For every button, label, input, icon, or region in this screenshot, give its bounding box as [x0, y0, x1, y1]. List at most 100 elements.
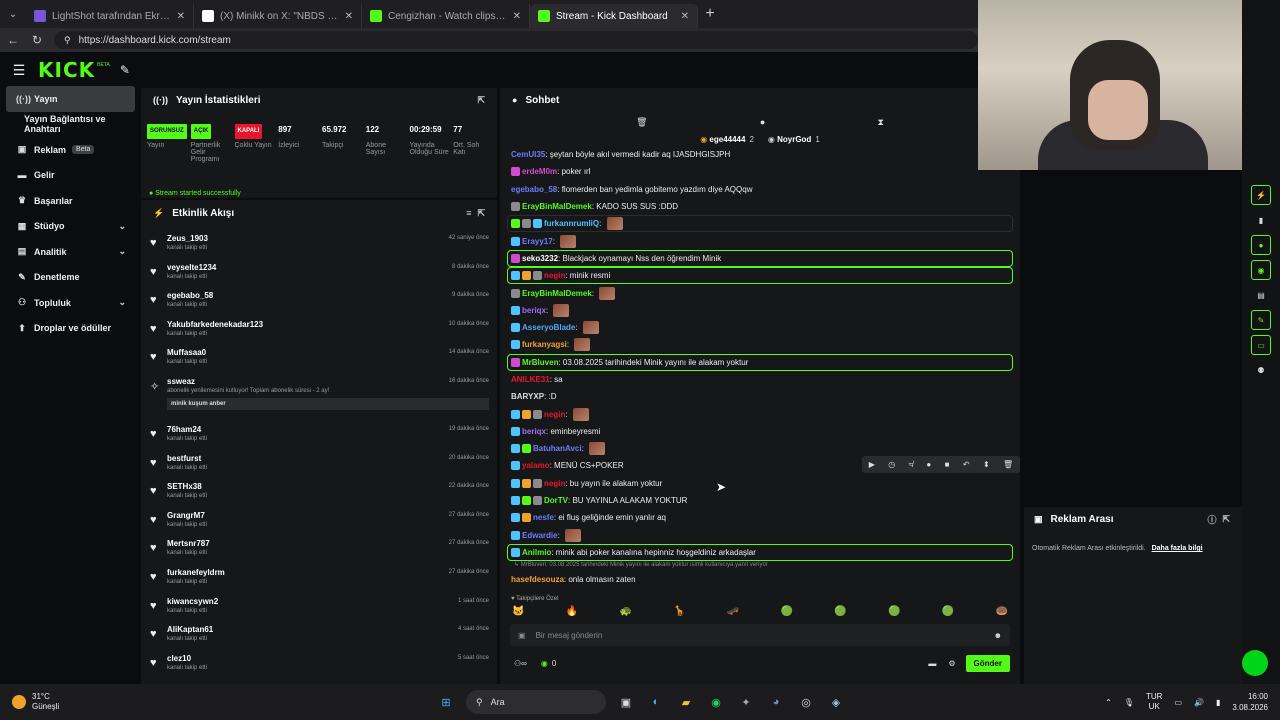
sidebar-item[interactable]: ⬆ Droplar ve ödüller: [0, 316, 140, 342]
chat-message[interactable]: beriqx: eminbeyresmi: [500, 423, 1020, 440]
send-button[interactable]: Gönder: [965, 654, 1010, 672]
volume-icon[interactable]: 🔊: [1194, 698, 1204, 707]
chat-input[interactable]: ▣ Bir mesaj gönderin ☻: [510, 624, 1010, 647]
taskview-icon[interactable]: ▣: [616, 692, 636, 712]
close-tab-icon[interactable]: ✕: [177, 11, 185, 22]
sidebar-item[interactable]: ▤ Analitik ⌄: [0, 239, 140, 265]
activity-row[interactable]: ♥ furkanefeyldrm kanalı takip etti 27 dakik…: [141, 562, 497, 591]
emote-icon[interactable]: 🛹: [727, 606, 739, 620]
chat-message[interactable]: BARYXP: :D: [500, 388, 1020, 405]
chat-username[interactable]: beriqx: [522, 306, 546, 315]
chat-username[interactable]: CemUl35: [511, 150, 545, 159]
popout-icon[interactable]: ⇱: [477, 95, 485, 106]
chat-message[interactable]: furkanyagsi:: [500, 336, 1020, 353]
top-gifter[interactable]: ◉ ege44444 2: [700, 135, 754, 144]
trash-icon[interactable]: 🗑: [636, 117, 647, 128]
back-icon[interactable]: ←: [6, 33, 20, 47]
mic-icon[interactable]: 🎙: [1124, 698, 1134, 707]
users-icon[interactable]: ⚉: [1251, 360, 1271, 380]
activity-row[interactable]: ♥ Mertsnr787 kanalı takip etti 27 dakika ön…: [141, 533, 497, 562]
spotify-icon[interactable]: ◉: [706, 692, 726, 712]
chat-username[interactable]: BatuhanAvci: [533, 444, 582, 453]
activity-row[interactable]: ✧ ssweaz abonelik yenilemesini kutluyor! T…: [141, 371, 497, 419]
chat-message[interactable]: egebabo_58: flomerden ban yedimla gobite…: [500, 181, 1020, 198]
settings-icon[interactable]: ⚙: [948, 659, 955, 668]
wrench-icon[interactable]: ✎: [1251, 310, 1271, 330]
kick-logo[interactable]: KICK: [38, 58, 95, 82]
site-info-icon[interactable]: ⚲: [64, 35, 71, 46]
ad-more-link[interactable]: Daha fazla bilgi: [1152, 545, 1203, 552]
chat-username[interactable]: DorTV: [544, 496, 568, 505]
chat-username[interactable]: Edwardie: [522, 531, 558, 540]
activity-row[interactable]: ♥ SETHx38 kanalı takip etti 22 dakika önce: [141, 476, 497, 505]
trash-icon[interactable]: ▮: [1251, 210, 1271, 230]
close-tab-icon[interactable]: ✕: [345, 11, 353, 22]
delete-icon[interactable]: 🗑: [1003, 460, 1013, 469]
chat-username[interactable]: beriqx: [522, 427, 546, 436]
emote-icon[interactable]: 🔥: [566, 606, 578, 620]
activity-row[interactable]: ♥ clez10 kanalı takip etti 5 saat önce: [141, 648, 497, 677]
print-icon[interactable]: ▤: [1251, 285, 1271, 305]
new-tab-button[interactable]: +: [698, 5, 722, 23]
chat-message[interactable]: seko3232: Blackjack oynamayı Nss den öğr…: [507, 249, 1013, 268]
sidebar-item[interactable]: ▬ Gelir: [0, 163, 140, 189]
reload-icon[interactable]: ↻: [30, 33, 44, 47]
chevron-down-icon[interactable]: ⌄: [118, 221, 126, 232]
chat-username[interactable]: nesfe: [533, 513, 554, 522]
chevron-down-icon[interactable]: ⌄: [118, 246, 126, 257]
chat-username[interactable]: ErayBinMalDemek: [522, 289, 592, 298]
windows-start-icon[interactable]: ⊞: [436, 692, 456, 712]
activity-row[interactable]: ♥ Yakubfarkedenekadar123 kanalı takip etti…: [141, 314, 497, 343]
browser-tab[interactable]: (X) Minikk on X: "NBDS İFSA ;) http ✕: [194, 4, 362, 28]
chat-message[interactable]: negin: minik resmi: [507, 267, 1013, 285]
chat-username[interactable]: yalamo: [522, 461, 550, 470]
chat-username[interactable]: Anilmio: [522, 548, 551, 557]
explorer-icon[interactable]: ▰: [676, 692, 696, 712]
emote-icon[interactable]: 🟢: [781, 606, 793, 620]
lang-layout[interactable]: UK: [1149, 702, 1160, 711]
chat-message[interactable]: nesfe: ei fluş geliğinde emin yanlır aq: [500, 509, 1020, 526]
discord-icon[interactable]: ◕: [766, 692, 786, 712]
activity-row[interactable]: ♥ AliKaptan61 kanalı takip etti 4 saat önce: [141, 619, 497, 648]
timer-icon[interactable]: ◷: [888, 460, 895, 469]
network-icon[interactable]: ▭: [1174, 698, 1182, 707]
play-icon[interactable]: ▶: [869, 460, 875, 469]
hourglass-icon[interactable]: ⧗: [878, 117, 884, 128]
app-icon[interactable]: ✦: [736, 692, 756, 712]
chat-username[interactable]: BARYXP: [511, 392, 544, 401]
users-icon[interactable]: ⚇∞: [514, 659, 527, 668]
sidebar-item[interactable]: ✎ Denetleme: [0, 265, 140, 291]
chat-username[interactable]: furkannrumliQ: [544, 219, 599, 228]
activity-row[interactable]: ♥ Zeus_1903 kanalı takip etti 42 saniye önc…: [141, 228, 497, 257]
chat-message[interactable]: DorTV: BU YAYINLA ALAKAM YOKTUR: [500, 492, 1020, 509]
close-tab-icon[interactable]: ✕: [513, 11, 521, 22]
emote-icon[interactable]: 🐢: [619, 606, 631, 620]
chat-message[interactable]: hasefdesouza: onla olmasın zaten: [500, 571, 1020, 588]
chrome-icon[interactable]: ◎: [796, 692, 816, 712]
browser-tab[interactable]: Stream - Kick Dashboard ✕: [530, 4, 698, 28]
weather-widget[interactable]: 31°C Güneşli: [0, 692, 200, 712]
emote-icon[interactable]: 🐱: [512, 606, 524, 620]
menu-icon[interactable]: ☰: [0, 62, 38, 79]
window-icon[interactable]: ▭: [1251, 335, 1271, 355]
close-tab-icon[interactable]: ✕: [681, 11, 689, 22]
chat-message[interactable]: ErayBinMalDemek:: [500, 284, 1020, 301]
sidebar-item[interactable]: ((·)) Yayın: [6, 86, 135, 112]
chat-message[interactable]: CemUl35: şeytan böyle akıl vermedi kadir…: [500, 146, 1020, 163]
lightning-icon[interactable]: ⚡: [1251, 185, 1271, 205]
browser-tab[interactable]: LightShot tarafından Ekran Görün ✕: [26, 4, 194, 28]
popout-icon[interactable]: ⇱: [1222, 514, 1230, 525]
emoji-icon[interactable]: ☻: [994, 631, 1002, 640]
sidebar-item[interactable]: ▦ Stüdyo ⌄: [0, 214, 140, 240]
chat-username[interactable]: Erayy17: [522, 237, 553, 246]
battery-icon[interactable]: ▮: [1216, 698, 1220, 707]
edge-icon[interactable]: ◐: [646, 692, 666, 712]
chat-icon[interactable]: ●: [1251, 235, 1271, 255]
url-field[interactable]: ⚲ https://dashboard.kick.com/stream: [54, 31, 978, 49]
activity-row[interactable]: ♥ veyselte1234 kanalı takip etti 8 dakika ö…: [141, 257, 497, 286]
broadcast-icon[interactable]: ◉: [1251, 260, 1271, 280]
chat-message[interactable]: negin: bu yayın ile alakam yoktur: [500, 475, 1020, 492]
pin-icon[interactable]: ✎: [120, 63, 130, 77]
chat-message[interactable]: ANILKE31: sa: [500, 371, 1020, 388]
chat-message[interactable]: erdeM0m: poker ırl: [500, 163, 1020, 180]
